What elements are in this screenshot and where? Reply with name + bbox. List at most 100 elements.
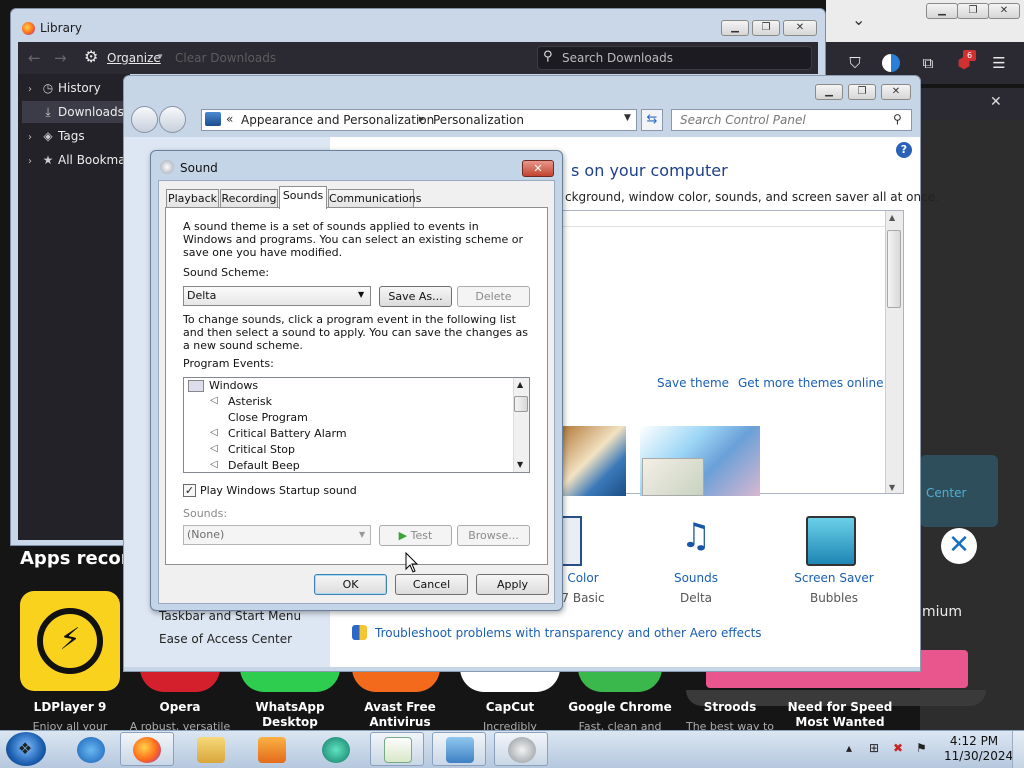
screen-saver-item[interactable]: Screen Saver Bubbles: [779, 568, 889, 608]
cp-close-button[interactable]: ✕: [881, 84, 911, 100]
apply-button[interactable]: Apply: [476, 574, 549, 595]
event-critical-battery-alarm[interactable]: Critical Battery Alarm: [228, 427, 347, 441]
clock[interactable]: 4:12 PM 11/30/2024: [944, 734, 1014, 764]
download-icon: ⤓: [45, 105, 51, 119]
sound-scheme-select[interactable]: Delta: [183, 286, 371, 306]
save-as-button[interactable]: Save As...: [379, 286, 452, 307]
sidebar-item-bookmarks[interactable]: › ★ All Bookma: [22, 149, 128, 171]
browser-close-button[interactable]: ✕: [988, 3, 1020, 19]
troubleshoot-link[interactable]: Troubleshoot problems with transparency …: [375, 626, 762, 640]
show-desktop-button[interactable]: [1012, 731, 1024, 768]
breadcrumb-personalization[interactable]: Personalization: [433, 113, 524, 127]
delete-button[interactable]: Delete: [457, 286, 530, 307]
pocket-icon[interactable]: ⛉: [846, 54, 864, 72]
screen-saver-icon[interactable]: [806, 516, 856, 566]
dialog-close-button[interactable]: ✕: [522, 160, 554, 177]
breadcrumb-appearance[interactable]: Appearance and Personalization: [241, 113, 434, 127]
browser-content: [920, 120, 1024, 730]
sounds-icon[interactable]: ♫: [671, 516, 721, 566]
refresh-icon[interactable]: ⇆: [641, 109, 663, 131]
contrast-extension-icon[interactable]: [882, 54, 900, 72]
events-scroll-thumb[interactable]: [514, 396, 528, 412]
event-windows[interactable]: Windows: [209, 379, 258, 393]
action-center-flag-icon[interactable]: ⚑: [916, 741, 927, 755]
speaker-icon: ◁: [210, 459, 218, 470]
scroll-up-icon[interactable]: ▲: [517, 380, 523, 389]
back-arrow-icon[interactable]: ←: [28, 49, 41, 67]
tab-sounds[interactable]: Sounds: [279, 186, 327, 209]
speaker-icon: [508, 737, 536, 763]
tab-communications[interactable]: Communications: [328, 189, 421, 208]
clear-downloads-button[interactable]: Clear Downloads: [175, 51, 276, 65]
breadcrumb-overflow-icon[interactable]: «: [226, 112, 233, 126]
tab-recording[interactable]: Recording: [220, 189, 278, 208]
forward-arrow-icon[interactable]: →: [54, 49, 67, 67]
taskbar-start-menu-link[interactable]: Taskbar and Start Menu: [159, 609, 301, 623]
startup-sound-label[interactable]: Play Windows Startup sound: [200, 484, 357, 497]
library-close-button[interactable]: ✕: [783, 20, 817, 36]
cp-minimize-button[interactable]: ▁: [815, 84, 843, 100]
event-asterisk[interactable]: Asterisk: [228, 395, 272, 409]
scroll-down-icon[interactable]: ▼: [517, 460, 523, 469]
chevron-down-icon[interactable]: ▼: [358, 290, 364, 299]
event-default-beep[interactable]: Default Beep: [228, 459, 300, 473]
scroll-up-icon[interactable]: ▲: [889, 213, 895, 222]
sound-file-select[interactable]: (None): [183, 525, 371, 545]
extensions-icon[interactable]: ⧉: [919, 54, 937, 72]
sounds-label: Sounds:: [183, 507, 228, 520]
chevron-down-icon[interactable]: ⌄: [852, 10, 865, 29]
event-close-program[interactable]: Close Program: [228, 411, 308, 425]
event-critical-stop[interactable]: Critical Stop: [228, 443, 295, 457]
scroll-down-icon[interactable]: ▼: [889, 483, 895, 492]
forward-button[interactable]: [159, 106, 186, 133]
library-maximize-button[interactable]: ❐: [752, 20, 780, 36]
app-name: Need for Speed Most Wanted: [787, 700, 893, 729]
browser-maximize-button[interactable]: ❐: [957, 3, 989, 19]
browser-tab[interactable]: [920, 88, 1024, 120]
clock-date: 11/30/2024: [944, 749, 1014, 763]
more-themes-link[interactable]: Get more themes online: [738, 376, 884, 390]
menu-icon[interactable]: ☰: [990, 54, 1008, 72]
save-theme-link[interactable]: Save theme: [657, 376, 729, 390]
expand-arrow-icon[interactable]: ›: [22, 79, 38, 101]
cancel-button[interactable]: Cancel: [395, 574, 468, 595]
close-tab-icon[interactable]: ✕: [990, 94, 1002, 110]
gear-icon[interactable]: ⚙: [84, 47, 98, 66]
chevron-down-icon[interactable]: ▼: [359, 530, 365, 539]
volume-muted-icon[interactable]: ✖: [893, 741, 903, 755]
sounds-label[interactable]: Sounds: [641, 568, 751, 588]
startup-sound-checkbox[interactable]: ✓: [183, 484, 196, 497]
back-button[interactable]: [131, 106, 158, 133]
library-title: Library: [40, 21, 82, 35]
search-icon[interactable]: ⚲: [893, 112, 902, 126]
ok-button[interactable]: OK: [314, 574, 387, 595]
breadcrumb-separator-icon[interactable]: ▸: [419, 112, 425, 125]
theme-thumbnail[interactable]: [562, 426, 626, 496]
sidebar-item-history[interactable]: › ◷ History: [22, 77, 128, 99]
help-icon[interactable]: ?: [896, 142, 912, 158]
browse-button[interactable]: Browse...: [457, 525, 530, 546]
library-minimize-button[interactable]: ▁: [721, 20, 749, 36]
sidebar-item-downloads[interactable]: ⤓ Downloads: [22, 101, 128, 123]
sidebar-item-tags[interactable]: › ◈ Tags: [22, 125, 128, 147]
window-color-icon[interactable]: [562, 516, 582, 566]
notification-badge: 6: [963, 50, 976, 61]
close-popup-icon[interactable]: ✕: [941, 528, 977, 564]
organize-dropdown-icon[interactable]: ▾: [158, 52, 163, 62]
expand-arrow-icon[interactable]: ›: [22, 151, 38, 173]
network-icon[interactable]: ⊞: [869, 741, 879, 755]
organize-menu[interactable]: Organize: [107, 51, 161, 65]
sounds-item[interactable]: Sounds Delta: [641, 568, 751, 608]
tab-playback[interactable]: Playback: [166, 189, 219, 208]
expand-arrow-icon[interactable]: ›: [22, 127, 38, 149]
show-hidden-icons[interactable]: ▴: [846, 741, 852, 755]
screen-saver-label[interactable]: Screen Saver: [779, 568, 889, 588]
browser-minimize-button[interactable]: ▁: [926, 3, 958, 19]
test-button[interactable]: ▶ Test: [379, 525, 452, 546]
speaker-icon: ◁: [210, 427, 218, 438]
events-scrollbar[interactable]: [513, 378, 529, 472]
ease-of-access-link[interactable]: Ease of Access Center: [159, 632, 292, 646]
address-dropdown-icon[interactable]: ▼: [624, 113, 631, 123]
themes-scroll-thumb[interactable]: [887, 230, 901, 308]
cp-maximize-button[interactable]: ❐: [848, 84, 876, 100]
